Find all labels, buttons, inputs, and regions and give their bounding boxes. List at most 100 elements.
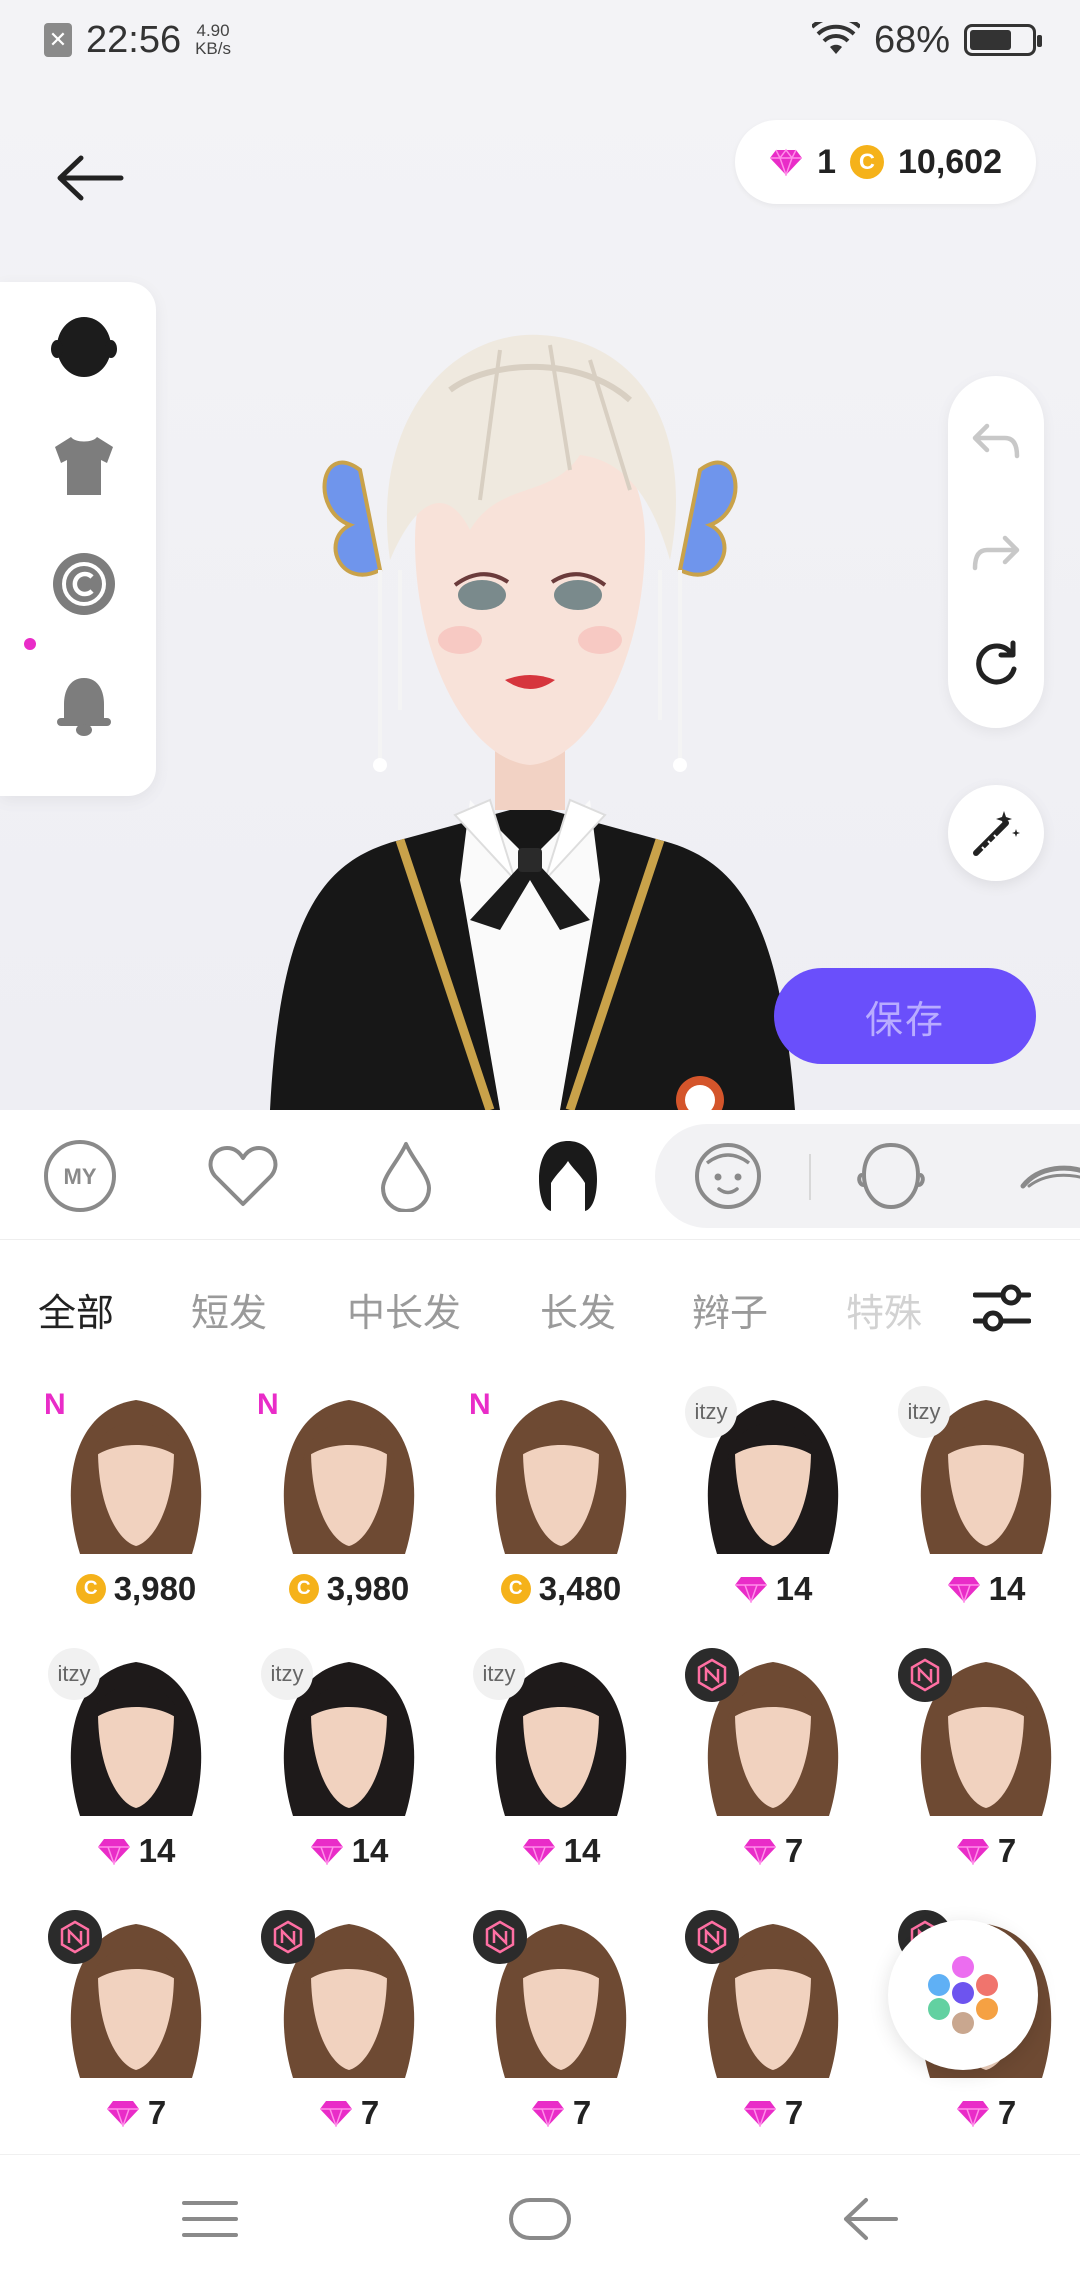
item-price: 14 — [667, 1570, 879, 1608]
avatar-preview — [270, 334, 795, 1110]
currency-balance[interactable]: 1 C 10,602 — [735, 120, 1036, 204]
hair-item[interactable]: 7 — [880, 1632, 1080, 1894]
side-item-copyright[interactable] — [48, 548, 120, 620]
tab-all[interactable]: 全部 — [38, 1282, 114, 1337]
avatar-stage: 1 C 10,602 保存 — [0, 80, 1080, 1110]
hair-item[interactable]: itzy 14 — [455, 1632, 667, 1894]
category-face[interactable] — [690, 1138, 766, 1214]
gem-icon — [770, 148, 803, 176]
gem-icon — [522, 1839, 555, 1865]
nav-menu-button[interactable] — [180, 2191, 240, 2247]
item-price-value: 3,480 — [538, 1570, 622, 1607]
gem-icon — [743, 1839, 776, 1865]
category-favorites[interactable] — [205, 1138, 281, 1214]
side-item-head[interactable] — [48, 310, 120, 382]
item-price-value: 14 — [563, 1832, 601, 1869]
heart-icon — [208, 1146, 278, 1206]
itzy-badge: itzy — [685, 1386, 737, 1438]
nmixx-badge — [473, 1910, 527, 1964]
side-item-clothes[interactable] — [48, 430, 120, 502]
drop-icon — [381, 1142, 431, 1212]
coin-icon: C — [850, 145, 884, 179]
back-button[interactable] — [50, 138, 130, 218]
redo-icon — [972, 535, 1020, 571]
net-speed-unit: KB/s — [195, 39, 231, 58]
redo-button[interactable] — [966, 522, 1026, 582]
home-icon — [509, 2198, 571, 2240]
eyebrow-icon — [1020, 1165, 1080, 1189]
back-icon — [844, 2198, 898, 2240]
item-price: 14 — [30, 1832, 242, 1870]
new-badge: N — [44, 1388, 66, 1421]
item-price: C 3,480 — [455, 1570, 667, 1608]
undo-button[interactable] — [966, 410, 1026, 470]
nmixx-logo-icon — [273, 1920, 303, 1954]
menu-icon — [182, 2201, 238, 2237]
item-price-value: 14 — [138, 1832, 176, 1869]
itzy-badge: itzy — [473, 1648, 525, 1700]
nmixx-badge — [685, 1648, 739, 1702]
category-color[interactable] — [368, 1138, 444, 1214]
hair-item[interactable]: 7 — [455, 1894, 667, 2156]
category-hair[interactable] — [530, 1138, 606, 1214]
hair-icon — [539, 1141, 597, 1211]
item-price-value: 14 — [351, 1832, 389, 1869]
item-price: 7 — [667, 1832, 879, 1870]
save-button[interactable]: 保存 — [774, 968, 1036, 1064]
hair-thumbnail — [495, 1400, 627, 1554]
battery-icon — [964, 24, 1042, 56]
coin-count: 10,602 — [898, 142, 1002, 181]
category-my[interactable]: MY — [42, 1138, 118, 1214]
nmixx-logo-icon — [910, 1658, 940, 1692]
hair-item[interactable]: 7 — [30, 1894, 242, 2156]
hair-item[interactable]: 7 — [667, 1894, 879, 2156]
hair-thumbnail — [283, 1400, 415, 1554]
gem-icon — [947, 1577, 980, 1603]
tab-braids[interactable]: 辫子 — [692, 1282, 768, 1337]
itzy-badge: itzy — [48, 1648, 100, 1700]
gem-icon — [956, 2101, 989, 2127]
status-bar: ✕ 22:56 4.90 KB/s 68% — [0, 0, 1080, 80]
nmixx-badge — [685, 1910, 739, 1964]
hair-item[interactable]: itzy 14 — [30, 1632, 242, 1894]
itzy-badge: itzy — [898, 1386, 950, 1438]
tab-short-hair[interactable]: 短发 — [191, 1282, 267, 1337]
hair-thumbnail — [70, 1400, 202, 1554]
color-palette-button[interactable] — [888, 1920, 1038, 2070]
tab-special[interactable]: 特殊 — [846, 1282, 922, 1337]
item-price-value: 7 — [147, 2094, 167, 2131]
hair-item[interactable]: itzy 14 — [243, 1632, 455, 1894]
arrow-left-icon — [57, 155, 124, 201]
gem-icon — [734, 1577, 767, 1603]
hair-item[interactable]: N C 3,980 — [243, 1370, 455, 1632]
filter-button[interactable] — [970, 1276, 1034, 1340]
palette-icon — [928, 1956, 998, 2034]
nav-back-button[interactable] — [840, 2191, 900, 2247]
nmixx-badge — [898, 1648, 952, 1702]
category-eyebrow[interactable] — [1016, 1138, 1080, 1214]
category-head-shape[interactable] — [853, 1138, 929, 1214]
nav-home-button[interactable] — [508, 2191, 572, 2247]
tab-medium-hair[interactable]: 中长发 — [347, 1282, 461, 1337]
hair-item[interactable]: N C 3,480 — [455, 1370, 667, 1632]
status-time: 22:56 — [86, 18, 182, 61]
hair-item[interactable]: itzy 14 — [880, 1370, 1080, 1632]
sliders-icon — [973, 1284, 1031, 1332]
net-speed: 4.90 KB/s — [195, 22, 231, 58]
hair-item[interactable]: 7 — [243, 1894, 455, 2156]
item-price: C 3,980 — [30, 1570, 242, 1608]
my-icon: MY — [44, 1140, 116, 1212]
item-price: 7 — [243, 2094, 455, 2132]
magic-wand-button[interactable] — [948, 785, 1044, 881]
tab-long-hair[interactable]: 长发 — [540, 1282, 616, 1337]
nmixx-badge — [48, 1910, 102, 1964]
reset-button[interactable] — [966, 634, 1026, 694]
coin-icon: C — [288, 1574, 319, 1604]
item-price: 7 — [880, 1832, 1080, 1870]
hair-item[interactable]: 7 — [667, 1632, 879, 1894]
side-item-bell[interactable] — [48, 670, 120, 742]
shirt-icon — [55, 437, 113, 495]
hair-item[interactable]: itzy 14 — [667, 1370, 879, 1632]
hair-item[interactable]: N C 3,980 — [30, 1370, 242, 1632]
net-speed-value: 4.90 — [196, 21, 230, 40]
